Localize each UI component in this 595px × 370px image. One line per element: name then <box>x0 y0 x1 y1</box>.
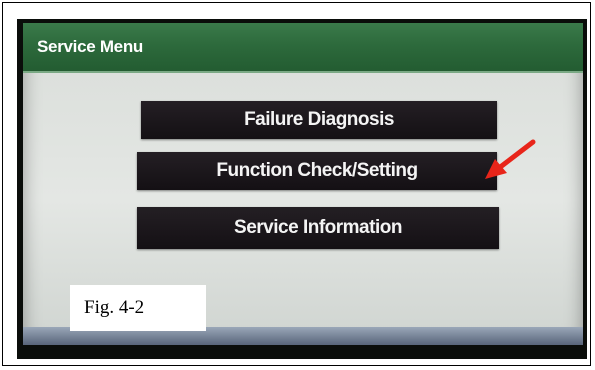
function-check-setting-button[interactable]: Function Check/Setting <box>137 152 497 190</box>
title-bar: Service Menu <box>23 23 583 73</box>
figure-caption: Fig. 4-2 <box>70 285 206 331</box>
service-information-button[interactable]: Service Information <box>137 207 499 249</box>
red-arrow-icon <box>485 139 536 179</box>
figure-frame: Service Menu Failure Diagnosis Function … <box>2 2 591 366</box>
screen-title: Service Menu <box>37 37 144 56</box>
failure-diagnosis-button[interactable]: Failure Diagnosis <box>141 101 497 139</box>
